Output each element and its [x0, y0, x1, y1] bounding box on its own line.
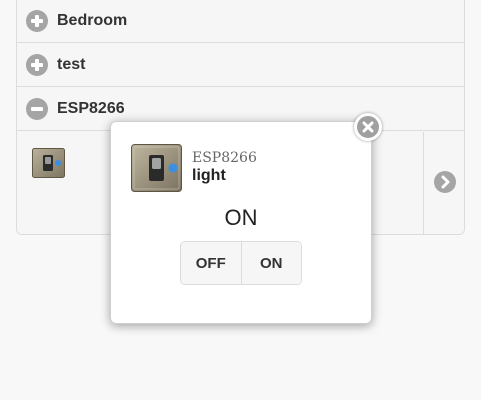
chevron-right-icon[interactable] — [434, 171, 456, 193]
section-header-bedroom[interactable]: Bedroom — [17, 0, 464, 43]
device-name: ESP8266 — [192, 150, 257, 166]
switch-button-group: OFF ON — [180, 241, 302, 285]
section-header-test[interactable]: test — [17, 43, 464, 87]
section-label: test — [57, 55, 86, 73]
plus-icon — [26, 9, 48, 32]
section-label: ESP8266 — [57, 99, 125, 117]
close-icon[interactable] — [354, 113, 382, 141]
light-switch-icon — [32, 148, 65, 178]
device-state: ON — [224, 205, 258, 230]
device-popup: ESP8266 light ON OFF ON — [110, 113, 382, 324]
section-label: Bedroom — [57, 11, 128, 29]
on-button[interactable]: ON — [240, 242, 301, 284]
minus-icon — [26, 97, 48, 120]
plus-icon — [26, 53, 48, 76]
off-button[interactable]: OFF — [181, 242, 241, 284]
light-switch-icon — [131, 144, 182, 192]
device-type: light — [192, 167, 226, 184]
